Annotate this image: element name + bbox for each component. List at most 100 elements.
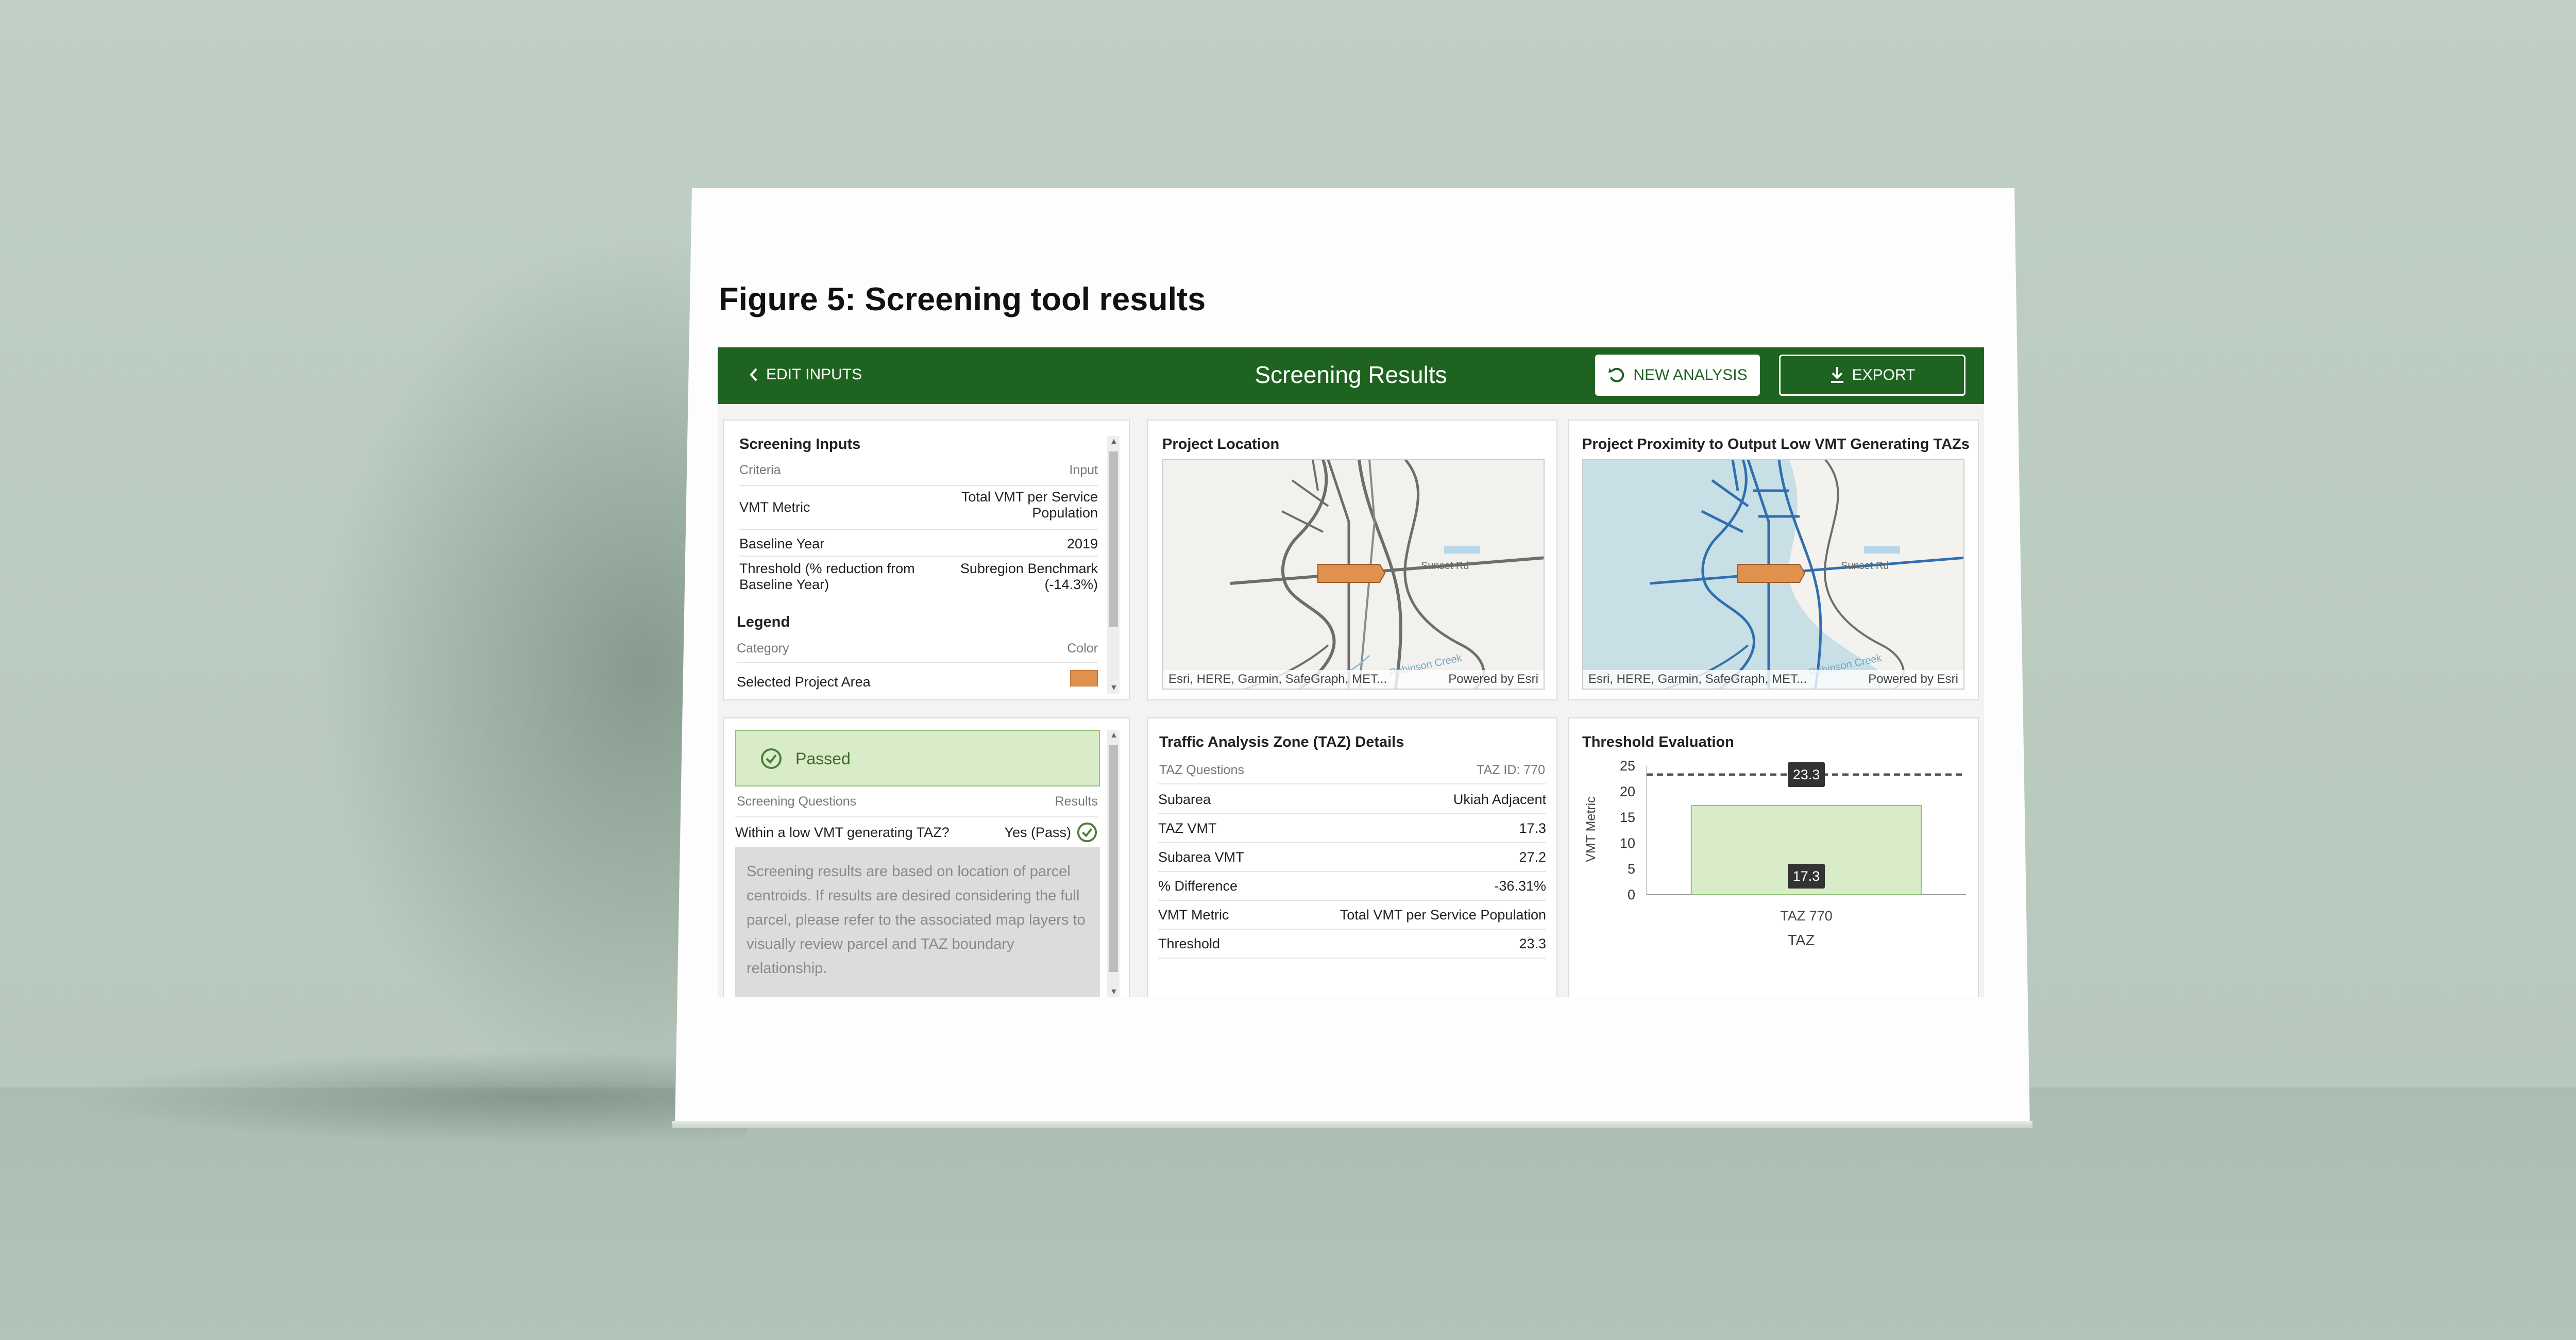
row-value: 17.3 [1519,820,1546,836]
note-text: Screening results are based on location … [747,863,1086,977]
download-icon [1831,367,1843,383]
bar-value-label: 17.3 [1793,868,1820,884]
top-bar: EDIT INPUTS Screening Results NEW ANALYS… [718,347,1984,404]
legend-color-header: Color [1067,641,1098,656]
table-row: Subarea Ukiah Adjacent [1158,784,1546,814]
criteria-line-1: Threshold (% reduction from [739,561,915,576]
powered-by-esri[interactable]: Powered by Esri [1448,672,1538,686]
questions-header: Screening Questions [737,794,857,809]
threshold-evaluation-title: Threshold Evaluation [1582,734,1734,750]
input-line-2: (-14.3%) [1044,577,1098,592]
status-label: Passed [795,749,851,768]
scroll-down-icon[interactable]: ▼ [1110,987,1118,997]
scroll-thumb[interactable] [1109,745,1118,972]
screening-inputs-title: Screening Inputs [739,436,861,453]
map-attribution: Esri, HERE, Garmin, SafeGraph, MET... Po… [1583,670,1963,689]
taz-id: TAZ ID: 770 [1477,763,1545,777]
row-value: 27.2 [1519,849,1546,865]
y-tick-label: 20 [1620,784,1635,799]
project-location-map[interactable]: Sunset Rd Robinson Creek Esri, HERE, Gar… [1162,459,1545,690]
table-row: VMT Metric Total VMT per Service Populat… [739,485,1098,530]
criteria-line-2: Baseline Year) [739,577,829,592]
criteria-header: Criteria [739,463,781,477]
legend-row: Selected Project Area [737,662,1098,694]
check-circle-icon [761,748,782,769]
screening-app: EDIT INPUTS Screening Results NEW ANALYS… [718,347,1984,997]
scroll-down-icon[interactable]: ▼ [1110,683,1118,693]
project-location-card: Project Location Sunset Rd Robinson Cree… [1147,420,1557,700]
scroll-thumb[interactable] [1109,451,1118,627]
export-button[interactable]: EXPORT [1779,355,1965,396]
proximity-title: Project Proximity to Output Low VMT Gene… [1582,436,1970,453]
export-label: EXPORT [1852,366,1916,383]
y-tick-label: 25 [1620,758,1635,774]
input-cell: Total VMT per Service Population [961,489,1098,521]
figure-title: Figure 5: Screening tool results [719,281,1206,317]
basemap: Sunset Rd Robinson Creek [1230,460,1544,689]
floor-shadow [77,1051,747,1144]
row-value: Ukiah Adjacent [1453,792,1546,807]
criteria-cell: Baseline Year [739,536,825,551]
y-tick-label: 5 [1628,861,1635,877]
scrollbar[interactable]: ▲ ▼ [1107,436,1120,694]
y-tick-label: 10 [1620,835,1635,851]
powered-by-esri[interactable]: Powered by Esri [1868,672,1958,686]
taz-questions-header: TAZ Questions [1159,763,1244,777]
scroll-up-icon[interactable]: ▲ [1110,731,1118,740]
row-label: Subarea VMT [1158,849,1244,865]
attribution-text[interactable]: Esri, HERE, Garmin, SafeGraph, MET... [1168,672,1387,686]
taz-details-card: Traffic Analysis Zone (TAZ) Details TAZ … [1147,717,1557,997]
row-value: Total VMT per Service Population [1340,907,1546,923]
legend-swatch [1070,670,1098,686]
proximity-map[interactable]: Sunset Rd Robinson Creek Esri, HERE, Gar… [1582,459,1964,690]
criteria-cell: Threshold (% reduction from Baseline Yea… [739,561,915,593]
new-analysis-label: NEW ANALYSIS [1633,366,1748,383]
table-row: Threshold 23.3 [1158,929,1546,959]
legend-category-header: Category [737,641,789,656]
project-location-title: Project Location [1162,436,1280,453]
question-text: Within a low VMT generating TAZ? [735,825,950,840]
row-label: Subarea [1158,792,1211,807]
road-label: Sunset Rd [1421,560,1469,572]
y-tick-label: 15 [1620,810,1635,825]
input-line-1: Subregion Benchmark [960,561,1098,576]
criteria-cell: VMT Metric [739,499,810,515]
road-label: Sunset Rd [1841,560,1889,572]
row-value: 23.3 [1519,936,1546,951]
threshold-chart: VMT Metric 0 5 10 15 20 25 17.3 TAZ 770 23.3 TAZ [1584,758,1966,949]
table-row: Subarea VMT 27.2 [1158,842,1546,872]
new-analysis-button[interactable]: NEW ANALYSIS [1595,355,1760,396]
scrollbar[interactable]: ▲ ▼ [1107,730,1120,997]
x-axis-label: TAZ [1788,932,1815,949]
refresh-icon [1608,367,1624,382]
passed-banner: Passed [735,730,1100,786]
board-edge [672,1121,2032,1128]
attribution-text[interactable]: Esri, HERE, Garmin, SafeGraph, MET... [1588,672,1807,686]
x-tick-label: TAZ 770 [1780,908,1833,924]
taz-details-title: Traffic Analysis Zone (TAZ) Details [1159,734,1404,750]
table-row: Threshold (% reduction from Baseline Yea… [739,556,1098,600]
taz-map: Sunset Rd Robinson Creek [1650,460,1963,689]
input-line-1: Total VMT per Service [961,489,1098,505]
y-axis-label: VMT Metric [1584,796,1598,862]
threshold-label: 23.3 [1793,767,1820,782]
table-row: VMT Metric Total VMT per Service Populat… [1158,900,1546,930]
scroll-up-icon[interactable]: ▲ [1110,437,1118,446]
row-label: % Difference [1158,878,1238,894]
results-header: Results [1055,794,1098,809]
proximity-card: Project Proximity to Output Low VMT Gene… [1568,420,1979,700]
table-row: % Difference -36.31% [1158,871,1546,901]
row-label: Threshold [1158,936,1221,951]
table-row: TAZ VMT 17.3 [1158,813,1546,843]
screening-results-card: Passed Screening Questions Results Withi… [723,717,1130,997]
answer-text: Yes (Pass) [1004,825,1071,840]
threshold-evaluation-card: Threshold Evaluation VMT Metric 0 5 10 15 20… [1568,717,1979,997]
input-cell: 2019 [1066,536,1098,551]
legend-title: Legend [737,614,790,630]
table-row: Baseline Year 2019 [739,529,1098,557]
row-value: -36.31% [1494,878,1546,894]
input-cell: Subregion Benchmark (-14.3%) [960,561,1098,593]
row-label: VMT Metric [1158,907,1229,923]
y-tick-label: 0 [1628,887,1635,902]
input-header: Input [1069,463,1098,477]
